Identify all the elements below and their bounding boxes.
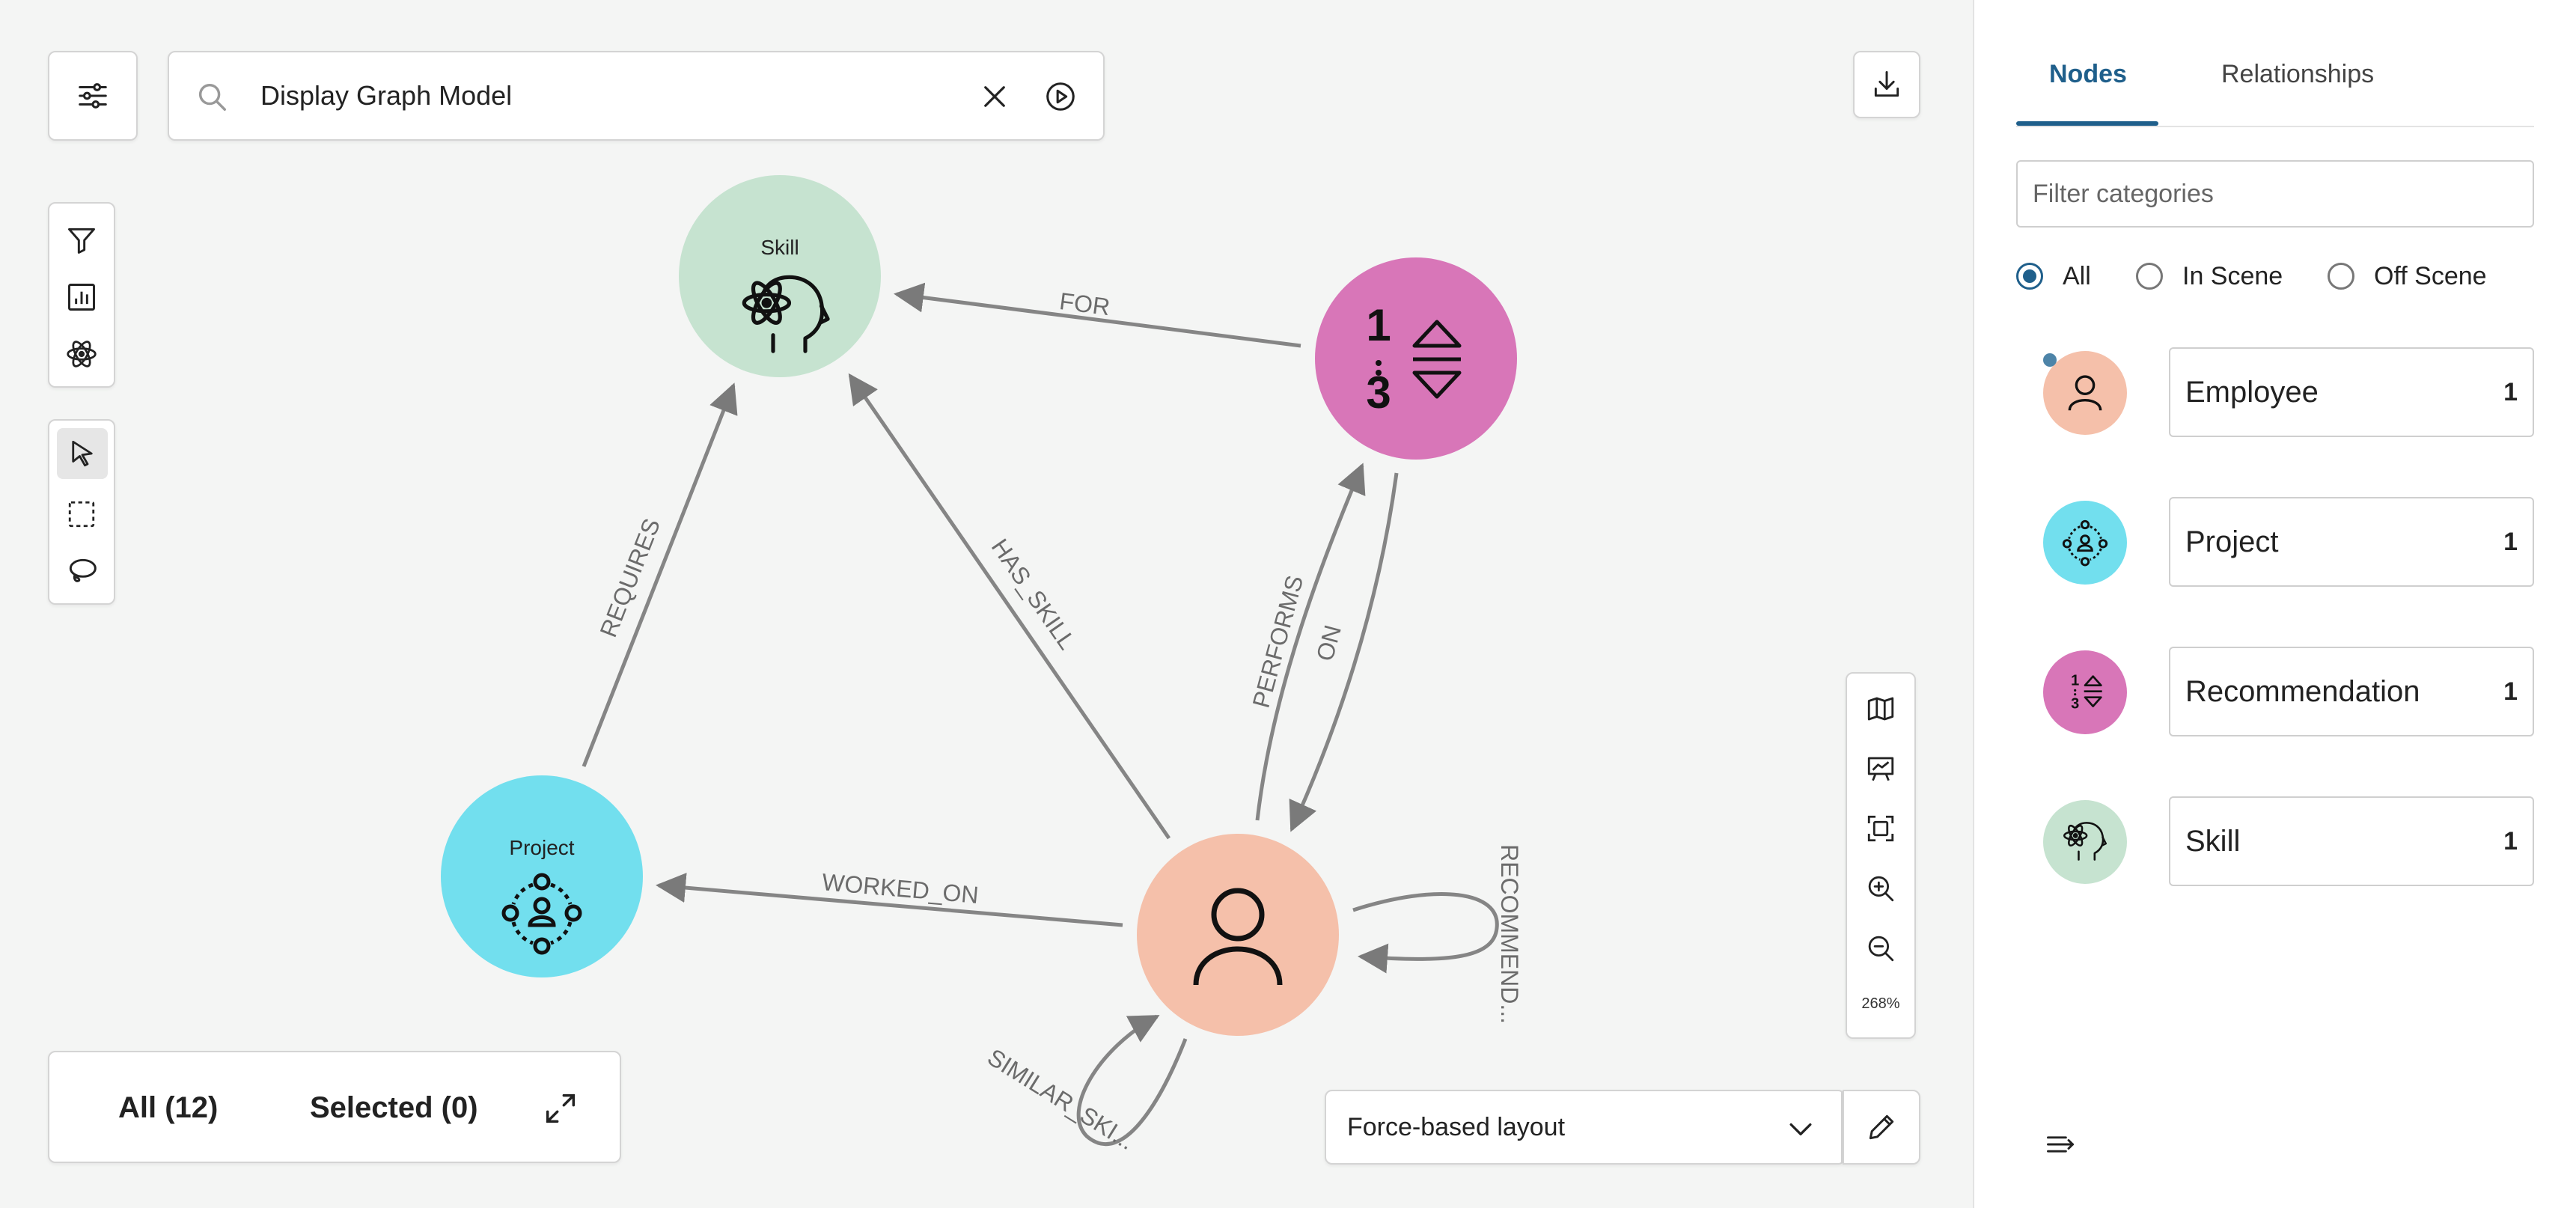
- node-skill[interactable]: Skill: [679, 175, 881, 377]
- edge-performs[interactable]: PERFORMS: [1248, 463, 1366, 821]
- layout-select-value: Force-based layout: [1347, 1113, 1566, 1141]
- category-name: Employee: [2185, 376, 2319, 409]
- team-network-icon: [2062, 519, 2108, 567]
- radio-in-scene[interactable]: In Scene: [2136, 257, 2283, 295]
- node-project[interactable]: Project: [441, 775, 643, 977]
- radio-button[interactable]: [2016, 263, 2043, 290]
- category-count: 1: [2503, 528, 2518, 556]
- category-name: Skill: [2185, 825, 2241, 858]
- category-count: 1: [2503, 827, 2518, 855]
- category-color[interactable]: [2043, 800, 2127, 884]
- person-icon: [2068, 375, 2102, 411]
- category-count: 1: [2503, 378, 2518, 406]
- category-color[interactable]: [2043, 501, 2127, 585]
- fit-screen-icon: [1867, 815, 1894, 842]
- atom-head-icon: [2063, 822, 2108, 861]
- edge-on[interactable]: ON: [1289, 472, 1399, 832]
- radio-all[interactable]: All: [2016, 257, 2091, 295]
- category-label-box[interactable]: Recommendation 1: [2169, 647, 2534, 736]
- graph-view[interactable]: FOR REQUIRES HAS_SKILL PERFORMS ON WORKE…: [0, 0, 1973, 1208]
- edge-label: RECOMMEND...: [1496, 844, 1523, 1024]
- radio-button[interactable]: [2328, 263, 2354, 290]
- chevron-down-icon: [1789, 1123, 1812, 1135]
- svg-text:3: 3: [2071, 695, 2079, 712]
- active-tab-indicator: [2016, 121, 2158, 126]
- svg-text:1: 1: [2071, 673, 2079, 689]
- expand-button[interactable]: [534, 1082, 587, 1135]
- node-employee[interactable]: [1137, 834, 1339, 1036]
- category-label-box[interactable]: Skill 1: [2169, 796, 2534, 886]
- edge-requires[interactable]: REQUIRES: [582, 382, 738, 767]
- svg-text:3: 3: [1366, 367, 1391, 418]
- category-color[interactable]: [2043, 351, 2127, 435]
- category-count: 1: [2503, 677, 2518, 706]
- edge-label: REQUIRES: [594, 515, 665, 641]
- node-title: Project: [509, 836, 574, 859]
- node-recommendation[interactable]: 1 3: [1315, 257, 1517, 460]
- fit-to-screen-button[interactable]: [1847, 802, 1914, 855]
- category-name: Project: [2185, 525, 2279, 558]
- selection-summary: All (12) Selected (0): [48, 1051, 621, 1163]
- edge-label: SIMILAR_SKI...: [983, 1043, 1139, 1155]
- category-project[interactable]: Project 1: [2043, 497, 2534, 587]
- selected-count-button[interactable]: Selected (0): [310, 1091, 478, 1125]
- node-title: Skill: [760, 236, 799, 259]
- in-scene-dot: [2043, 353, 2057, 367]
- radio-label: In Scene: [2182, 261, 2283, 290]
- layout-select[interactable]: Force-based layout: [1325, 1090, 1846, 1165]
- edge-label: ON: [1311, 622, 1346, 664]
- zoom-out-button[interactable]: [1847, 922, 1914, 974]
- zoom-in-button[interactable]: [1847, 862, 1914, 915]
- category-color[interactable]: 1 3: [2043, 650, 2127, 734]
- radio-label: All: [2063, 261, 2091, 290]
- zoom-out-icon: [1868, 936, 1894, 962]
- edge-worked-on[interactable]: WORKED_ON: [656, 868, 1123, 927]
- radio-off-scene[interactable]: Off Scene: [2328, 257, 2487, 295]
- edge-for[interactable]: FOR: [894, 282, 1301, 348]
- edge-has-skill[interactable]: HAS_SKILL: [848, 373, 1171, 840]
- view-toolbar: 268%: [1846, 672, 1916, 1039]
- tab-nodes[interactable]: Nodes: [2049, 60, 2127, 89]
- presentation-icon: [1867, 757, 1894, 781]
- graph-canvas[interactable]: Display Graph Model FOR REQUIRES HAS_SKI…: [0, 0, 1973, 1208]
- zoom-in-icon: [1868, 876, 1894, 902]
- edit-layout-button[interactable]: [1843, 1090, 1920, 1165]
- category-recommendation[interactable]: 1 3 Recommendation 1: [2043, 647, 2534, 736]
- expand-icon: [546, 1093, 576, 1123]
- category-label-box[interactable]: Employee 1: [2169, 347, 2534, 437]
- category-label-box[interactable]: Project 1: [2169, 497, 2534, 587]
- all-count-button[interactable]: All (12): [118, 1091, 218, 1125]
- categories-panel: Nodes Relationships Filter categories Al…: [1973, 0, 2576, 1208]
- edge-label: PERFORMS: [1248, 573, 1309, 710]
- category-employee[interactable]: Employee 1: [2043, 347, 2534, 437]
- map-icon: [1867, 697, 1894, 721]
- edge-similar-skill[interactable]: SIMILAR_SKI...: [983, 1014, 1188, 1155]
- presentation-button[interactable]: [1847, 742, 1914, 795]
- category-name: Recommendation: [2185, 675, 2420, 708]
- collapse-panel-icon: [2047, 1136, 2074, 1153]
- sort-ranking-icon: 1 3: [2071, 673, 2102, 712]
- minimap-button[interactable]: [1847, 683, 1914, 735]
- tab-relationships[interactable]: Relationships: [2221, 60, 2374, 89]
- collapse-panel-button[interactable]: [2034, 1118, 2087, 1171]
- zoom-level: 268%: [1861, 995, 1900, 1012]
- edge-recommend[interactable]: RECOMMEND...: [1352, 844, 1523, 1024]
- tab-divider: [2016, 126, 2534, 127]
- filter-categories-input[interactable]: Filter categories: [2016, 160, 2534, 228]
- svg-text:1: 1: [1366, 300, 1391, 350]
- radio-label: Off Scene: [2374, 261, 2487, 290]
- radio-button[interactable]: [2136, 263, 2163, 290]
- pencil-icon: [1869, 1114, 1894, 1140]
- category-skill[interactable]: Skill 1: [2043, 796, 2534, 886]
